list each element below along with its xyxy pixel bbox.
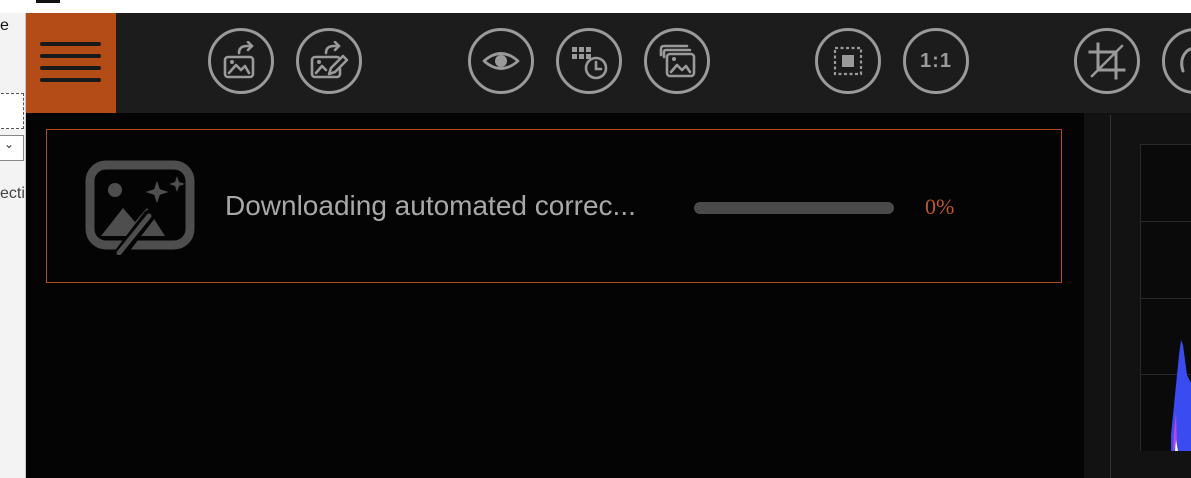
background-window-field[interactable] xyxy=(0,93,24,129)
download-progress-bar xyxy=(694,202,894,214)
notification-message: Downloading automated correc... xyxy=(225,190,636,221)
progress-percent: 0% xyxy=(925,194,955,219)
download-notification: Downloading automated correc... 0% xyxy=(46,129,1062,283)
crop-button[interactable] xyxy=(1074,28,1140,94)
fit-frame-icon xyxy=(833,46,863,76)
image-view: Downloading automated correc... 0% xyxy=(26,113,1084,478)
export-image-button[interactable] xyxy=(208,28,274,94)
image-edit-export-icon xyxy=(310,41,349,79)
hamburger-icon xyxy=(40,42,101,46)
hamburger-icon xyxy=(40,78,101,82)
histogram xyxy=(1140,144,1191,451)
grid-clock-icon xyxy=(572,47,608,80)
fit-frame-button[interactable] xyxy=(815,28,881,94)
app-window: 1:1 Downloading automated correc... 0% xyxy=(26,13,1191,478)
menu-button[interactable] xyxy=(26,13,116,113)
top-strip-mark xyxy=(36,0,60,3)
crop-icon xyxy=(1088,42,1126,80)
compare-button[interactable] xyxy=(644,28,710,94)
rotate-icon xyxy=(1180,47,1191,73)
export-edit-button[interactable] xyxy=(296,28,362,94)
right-panel xyxy=(1084,113,1191,478)
toolbar: 1:1 xyxy=(26,13,1191,113)
rotate-button[interactable] xyxy=(1162,28,1191,94)
histogram-curve xyxy=(1171,340,1191,451)
preview-button[interactable] xyxy=(468,28,534,94)
panel-divider xyxy=(1110,115,1111,478)
chevron-down-icon: ⌄ xyxy=(4,137,15,151)
eye-icon xyxy=(482,52,520,70)
image-export-icon xyxy=(223,41,255,79)
magic-image-icon xyxy=(85,160,195,255)
actual-size-label: 1:1 xyxy=(920,49,952,72)
actual-size-button[interactable]: 1:1 xyxy=(903,28,969,94)
batch-history-button[interactable] xyxy=(556,28,622,94)
background-window-text: e xyxy=(0,17,9,34)
stacked-images-icon xyxy=(659,44,696,78)
hamburger-icon xyxy=(40,54,101,58)
background-window-text: ecti xyxy=(0,185,25,202)
hamburger-icon xyxy=(40,66,101,70)
top-strip xyxy=(0,0,1191,13)
background-window-panel: e ⌄ ecti xyxy=(0,13,26,478)
